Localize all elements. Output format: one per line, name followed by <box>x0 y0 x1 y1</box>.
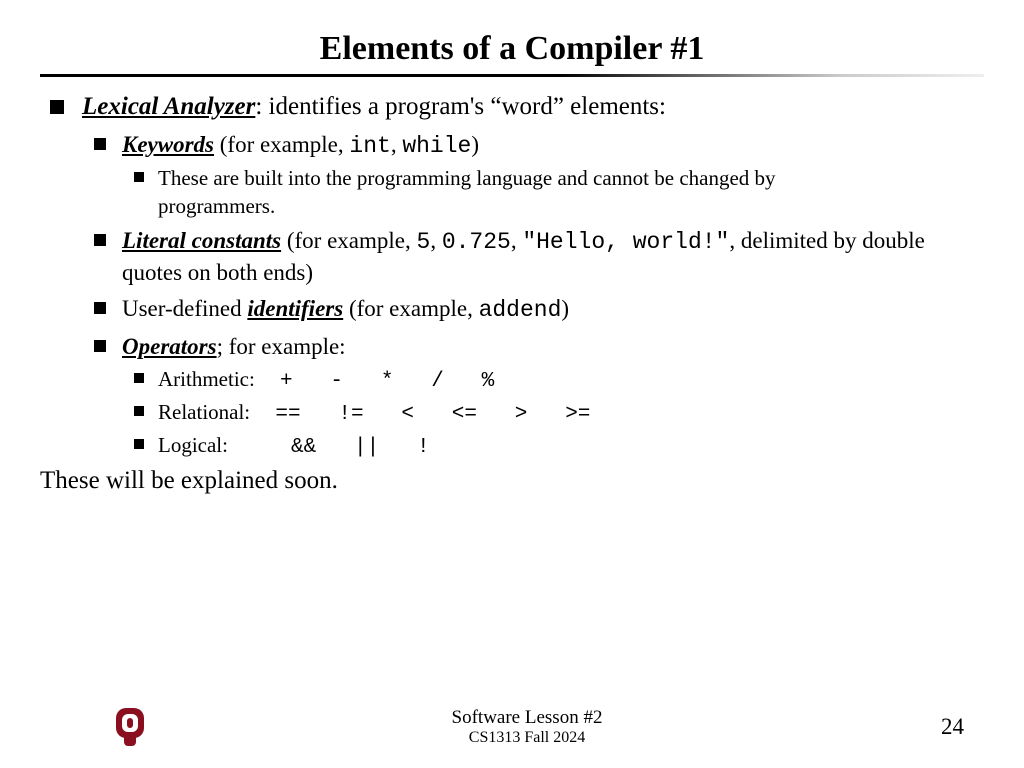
bullet-relational: Relational: == != < <= > >= <box>122 399 984 428</box>
ops-relational: == != < <= > >= <box>250 401 590 428</box>
code-int: int <box>349 133 390 159</box>
term-literal-constants: Literal constants <box>122 228 281 253</box>
bullet-list-level3-ops: Arithmetic: + - * / % Relational: == != … <box>122 366 984 462</box>
ou-logo-icon <box>110 704 150 750</box>
term-lexical-analyzer: Lexical Analyzer <box>82 93 255 120</box>
closing-text: These will be explained soon. <box>40 467 984 495</box>
code-hello-world: "Hello, world!" <box>522 229 729 255</box>
text: , <box>391 132 403 157</box>
label-arithmetic: Arithmetic: <box>158 367 255 391</box>
text: : identifies a program's “word” elements… <box>255 93 666 120</box>
code-0725: 0.725 <box>442 229 511 255</box>
bullet-arithmetic: Arithmetic: + - * / % <box>122 366 984 395</box>
text: ; for example: <box>217 334 346 359</box>
text: (for example, <box>343 296 478 321</box>
bullet-keywords: Keywords (for example, int, while) These… <box>82 130 984 220</box>
ops-arithmetic: + - * / % <box>255 368 494 395</box>
code-addend: addend <box>479 297 562 323</box>
ops-logical: && || ! <box>228 434 430 461</box>
code-while: while <box>402 133 471 159</box>
bullet-literal-constants: Literal constants (for example, 5, 0.725… <box>82 226 984 288</box>
bullet-identifiers: User-defined identifiers (for example, a… <box>82 294 984 326</box>
text: (for example, <box>214 132 349 157</box>
label-relational: Relational: <box>158 400 250 424</box>
footer-center: Software Lesson #2 CS1313 Fall 2024 <box>150 707 904 747</box>
text: , <box>430 228 442 253</box>
text: (for example, <box>281 228 416 253</box>
code-5: 5 <box>417 229 431 255</box>
bullet-logical: Logical: && || ! <box>122 432 984 461</box>
term-keywords: Keywords <box>122 132 214 157</box>
bullet-list-level3: These are built into the programming lan… <box>122 165 984 220</box>
text: User-defined <box>122 296 247 321</box>
slide: Elements of a Compiler #1 Lexical Analyz… <box>0 0 1024 768</box>
footer-line1: Software Lesson #2 <box>150 707 904 729</box>
text: , <box>511 228 523 253</box>
slide-title: Elements of a Compiler #1 <box>40 30 984 68</box>
text: ) <box>471 132 479 157</box>
text: ) <box>561 296 569 321</box>
bullet-list-level2: Keywords (for example, int, while) These… <box>82 130 984 462</box>
bullet-keywords-desc: These are built into the programming lan… <box>122 165 798 220</box>
label-logical: Logical: <box>158 433 228 457</box>
footer-line2: CS1313 Fall 2024 <box>150 729 904 747</box>
term-identifiers: identifiers <box>247 296 343 321</box>
bullet-lexical-analyzer: Lexical Analyzer: identifies a program's… <box>40 91 984 461</box>
bullet-operators: Operators; for example: Arithmetic: + - … <box>82 332 984 462</box>
slide-footer: Software Lesson #2 CS1313 Fall 2024 24 <box>0 704 1024 750</box>
title-rule <box>40 74 984 77</box>
page-number: 24 <box>904 714 964 740</box>
bullet-list-level1: Lexical Analyzer: identifies a program's… <box>40 91 984 461</box>
text: These are built into the programming lan… <box>158 166 776 217</box>
term-operators: Operators <box>122 334 217 359</box>
